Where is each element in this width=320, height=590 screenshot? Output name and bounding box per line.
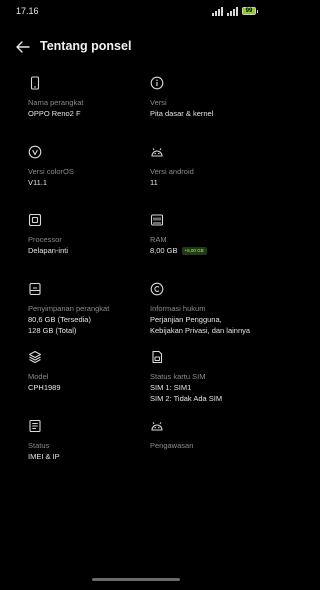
item-value: CPH1989	[28, 383, 61, 392]
document-icon	[29, 419, 41, 432]
phone-icon	[30, 76, 40, 90]
android-icon	[151, 421, 163, 431]
item-version[interactable]: Versi Pita dasar & kernel	[150, 76, 264, 145]
status-time: 17.16	[16, 6, 39, 16]
item-value: IMEI & IP	[28, 451, 60, 461]
copyright-icon	[150, 282, 164, 295]
battery-icon: 99	[242, 7, 256, 15]
item-label: Status	[28, 440, 50, 450]
item-coloros-version[interactable]: Versi colorOS V11.1	[28, 145, 150, 214]
item-value-secondary: SIM 2: Tidak Ada SIM	[150, 394, 223, 403]
status-bar: 17.16 99	[0, 0, 272, 22]
signal-icon	[227, 6, 238, 16]
status-icons: 99	[212, 6, 258, 16]
item-value: 80,6 GB (Tersedia)	[28, 314, 91, 324]
item-value: Pita dasar & kernel	[150, 109, 214, 118]
item-status[interactable]: Status IMEI & IP	[28, 419, 150, 488]
item-sim-status[interactable]: Status kartu SIM SIM 1: SIM1 SIM 2: Tida…	[150, 350, 264, 419]
item-label: RAM	[150, 235, 167, 244]
sim-card-icon	[152, 350, 163, 364]
item-value-secondary: Kebijakan Privasi, dan lainnya	[150, 325, 251, 335]
item-value: 8,00 GB	[150, 246, 178, 255]
item-device-name[interactable]: Nama perangkat OPPO Reno2 F	[28, 76, 150, 145]
ram-expansion-badge: +5,00 GB	[181, 246, 207, 255]
info-icon	[150, 76, 164, 90]
item-value: Perjanjian Pengguna,	[150, 314, 222, 324]
storage-icon	[29, 282, 41, 295]
memory-icon	[150, 214, 164, 226]
item-label: Pengawasan	[150, 440, 194, 450]
item-value-secondary: 128 GB (Total)	[28, 325, 77, 335]
layers-icon	[28, 350, 42, 364]
ram-value-row: 8,00 GB +5,00 GB	[150, 245, 264, 256]
about-phone-grid: Nama perangkat OPPO Reno2 F Versi Pita d…	[28, 76, 264, 487]
header: Tentang ponsel	[0, 32, 272, 60]
item-label: Informasi hukum	[150, 303, 206, 313]
item-value: Delapan-inti	[28, 246, 69, 255]
processor-icon	[28, 213, 42, 227]
item-label: Penyimpanan perangkat	[28, 303, 110, 313]
item-label: Nama perangkat	[28, 98, 84, 107]
item-value: V11.1	[28, 177, 48, 187]
item-storage[interactable]: Penyimpanan perangkat 80,6 GB (Tersedia)…	[28, 282, 150, 351]
battery-text: 99	[245, 8, 253, 14]
item-label: Processor	[28, 235, 62, 244]
item-value: 11	[150, 177, 158, 187]
back-button[interactable]	[12, 36, 34, 58]
item-ram[interactable]: RAM 8,00 GB +5,00 GB	[150, 213, 264, 282]
android-icon	[151, 147, 163, 157]
item-label: Model	[28, 372, 49, 381]
arrow-left-icon	[16, 41, 30, 53]
home-indicator[interactable]	[92, 578, 180, 581]
page-title: Tentang ponsel	[40, 39, 132, 53]
item-android-version[interactable]: Versi android 11	[150, 145, 264, 214]
signal-icon	[212, 6, 223, 16]
item-legal-info[interactable]: Informasi hukum Perjanjian Pengguna, Keb…	[150, 282, 264, 351]
item-processor[interactable]: Processor Delapan-inti	[28, 213, 150, 282]
item-value: OPPO Reno2 F	[28, 109, 81, 118]
coloros-icon	[28, 145, 42, 158]
item-value: SIM 1: SIM1	[150, 383, 192, 392]
item-label: Versi	[150, 98, 167, 107]
item-label: Versi colorOS	[28, 166, 74, 176]
item-supervision[interactable]: Pengawasan	[150, 419, 264, 488]
item-label: Versi android	[150, 166, 194, 176]
item-model[interactable]: Model CPH1989	[28, 350, 150, 419]
item-label: Status kartu SIM	[150, 372, 206, 381]
